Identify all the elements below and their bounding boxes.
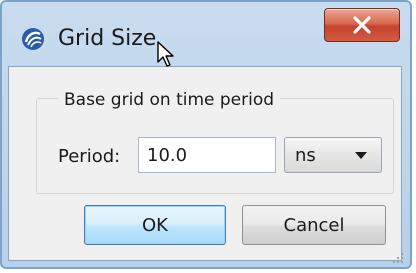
cancel-button[interactable]: Cancel bbox=[242, 205, 386, 245]
unit-dropdown[interactable]: ns bbox=[284, 137, 382, 173]
close-button[interactable] bbox=[324, 8, 400, 42]
group-label: Base grid on time period bbox=[58, 90, 281, 110]
window-title: Grid Size bbox=[58, 26, 157, 51]
period-label: Period: bbox=[58, 146, 121, 167]
chevron-down-icon bbox=[355, 152, 367, 159]
mouse-cursor-icon bbox=[157, 41, 174, 67]
close-icon bbox=[353, 16, 371, 34]
period-input[interactable] bbox=[138, 137, 276, 173]
resize-grip-icon[interactable] bbox=[392, 252, 404, 264]
app-icon bbox=[22, 28, 44, 50]
unit-value: ns bbox=[295, 145, 316, 166]
ok-button[interactable]: OK bbox=[84, 205, 226, 245]
